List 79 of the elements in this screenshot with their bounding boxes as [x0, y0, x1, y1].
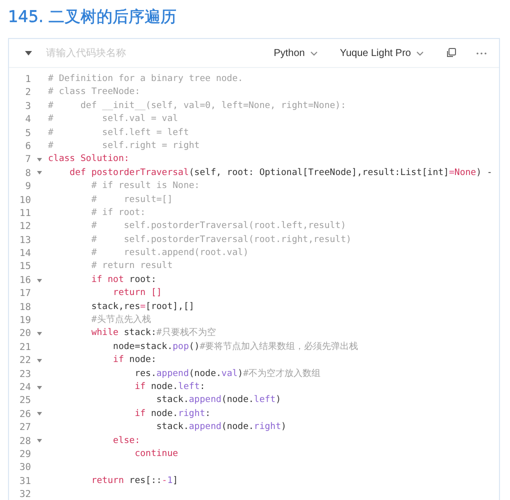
code-line: # return result	[90, 260, 173, 274]
line-number: 19	[18, 314, 31, 328]
more-icon[interactable]	[476, 52, 487, 54]
code-line: # if root:	[90, 206, 146, 220]
line-number: 17	[18, 287, 31, 301]
line-number: 5	[24, 126, 31, 140]
code-line: # if result is None:	[90, 180, 200, 194]
copy-icon[interactable]	[446, 48, 456, 58]
line-number: 7	[24, 153, 31, 167]
line-number: 1	[24, 73, 31, 86]
theme-dropdown[interactable]: Yuque Light Pro	[340, 48, 424, 58]
chevron-down-icon	[310, 50, 318, 56]
fold-caret-icon[interactable]	[37, 358, 42, 363]
line-number: 9	[24, 180, 31, 194]
fold-caret-icon[interactable]	[37, 158, 42, 162]
code-line: node=stack.pop()#要将节点加入结果数组，必须先弹出栈	[112, 340, 358, 354]
line-number: 6	[24, 140, 31, 154]
code-line: # self.right = right	[48, 140, 200, 153]
line-number: 25	[18, 394, 31, 408]
fold-caret-icon[interactable]	[37, 332, 42, 336]
line-number: 13	[18, 234, 31, 248]
line-number: 27	[18, 421, 31, 435]
line-number: 23	[18, 368, 31, 381]
line-number: 30	[18, 461, 31, 475]
code-line: res.append(node.val)#不为空才放入数组	[134, 368, 321, 381]
line-number: 22	[18, 354, 31, 368]
code-line: if not root:	[90, 274, 156, 287]
code-line: if node.left:	[134, 380, 206, 394]
code-line: # class TreeNode:	[48, 86, 140, 100]
code-line: else:	[112, 434, 140, 448]
collapse-caret-icon[interactable]	[25, 50, 32, 56]
line-number: 2	[24, 86, 31, 100]
fold-caret-icon[interactable]	[37, 386, 42, 390]
page-title: 145. 二叉树的后序遍历	[8, 6, 178, 28]
code-line: if node:	[112, 354, 156, 368]
line-number: 26	[18, 408, 31, 422]
code-line: if node.right:	[134, 408, 211, 421]
code-line: return res[::-1]	[90, 474, 178, 488]
line-number: 10	[18, 194, 31, 207]
code-line: stack,res=[root],[]	[90, 300, 194, 314]
code-block-name-field[interactable]: 请输入代码块名称	[46, 48, 252, 58]
line-number: 29	[18, 448, 31, 462]
line-number: 3	[24, 100, 31, 114]
code-line: # self.postorderTraversal(root.left,result)	[90, 220, 346, 234]
line-number: 24	[18, 380, 31, 394]
line-number: 12	[18, 220, 31, 234]
line-number: 28	[18, 434, 31, 448]
line-number: 4	[24, 113, 31, 127]
line-number: 15	[18, 260, 31, 274]
code-line: #头节点先入栈	[90, 314, 151, 328]
fold-caret-icon[interactable]	[37, 171, 42, 176]
line-number: 11	[18, 206, 31, 220]
code-line: stack.append(node.left)	[155, 394, 282, 408]
code-line: # def __init__(self, val=0, left=None, right=None):	[48, 100, 346, 113]
line-number: 18	[18, 300, 31, 314]
code-line: # result=[]	[90, 194, 173, 207]
language-dropdown[interactable]: Python	[274, 48, 318, 58]
chevron-down-icon	[416, 50, 424, 56]
code-line: # result.append(root.val)	[90, 247, 248, 260]
line-number: 20	[18, 327, 31, 341]
code-line: # self.postorderTraversal(root.right,result)	[90, 234, 352, 247]
line-number: 32	[18, 488, 31, 500]
line-number: 21	[18, 340, 31, 354]
fold-caret-icon[interactable]	[37, 278, 42, 283]
code-line: # self.left = left	[48, 126, 189, 140]
line-number: 14	[18, 247, 31, 260]
code-line: return []	[112, 287, 162, 300]
code-line: # Definition for a binary tree node.	[48, 73, 244, 86]
fold-caret-icon[interactable]	[37, 412, 42, 416]
code-line: while stack:#只要栈不为空	[90, 327, 216, 340]
line-number: 31	[18, 474, 31, 488]
code-line: class Solution:	[48, 153, 130, 166]
code-line: stack.append(node.right)	[155, 421, 286, 434]
code-line: # self.val = val	[48, 113, 178, 126]
line-number: 16	[18, 274, 31, 288]
code-line: continue	[134, 448, 178, 461]
fold-caret-icon[interactable]	[37, 439, 42, 444]
line-number: 8	[24, 166, 31, 180]
code-line: def postorderTraversal(self, root: Optional[TreeNode],result:List[int]=None) -	[68, 166, 492, 180]
